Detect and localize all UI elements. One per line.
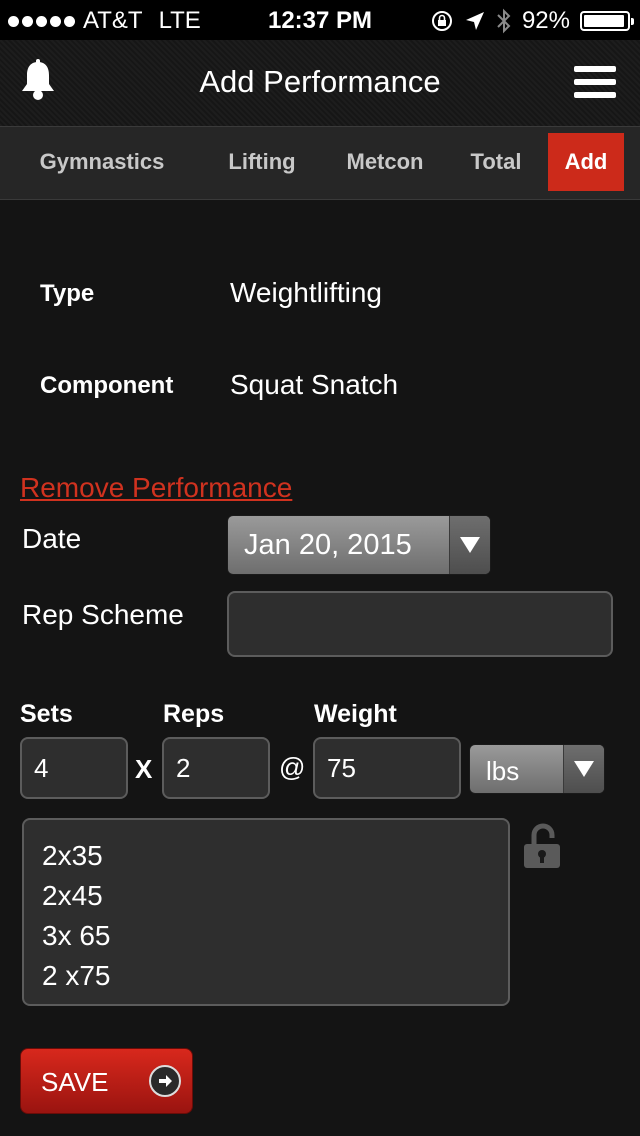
tab-metcon[interactable]: Metcon: [332, 127, 438, 199]
save-label: SAVE: [41, 1067, 109, 1097]
arrow-right-circle-icon: [149, 1065, 181, 1097]
tab-add[interactable]: Add: [548, 133, 624, 191]
chevron-down-icon: [574, 761, 594, 777]
type-label: Type: [40, 280, 95, 307]
unit-value: lbs: [486, 756, 520, 786]
notes-line: 2 x75: [42, 960, 111, 991]
reps-input[interactable]: [162, 737, 270, 799]
unit-select[interactable]: lbs: [469, 744, 605, 794]
at-symbol: @: [279, 752, 306, 782]
status-icons: 92%: [430, 7, 634, 35]
unit-dropdown-arrow: [563, 745, 604, 793]
nav-bar: Add Performance: [0, 40, 640, 127]
tab-total[interactable]: Total: [458, 127, 534, 199]
tab-gymnastics[interactable]: Gymnastics: [18, 127, 186, 199]
status-bar: AT&T LTE 12:37 PM 92%: [0, 0, 640, 40]
chevron-down-icon: [460, 537, 480, 553]
sets-label: Sets: [20, 700, 73, 728]
page-title: Add Performance: [199, 64, 441, 99]
hamburger-menu-icon[interactable]: [574, 66, 616, 102]
battery-icon: [580, 11, 634, 31]
battery-percent: 92%: [521, 7, 570, 34]
tab-bar: Gymnastics Lifting Metcon Total Add: [0, 127, 640, 200]
reps-label: Reps: [163, 700, 225, 728]
rep-scheme-input[interactable]: [227, 591, 613, 657]
bluetooth-icon: [497, 8, 511, 34]
notes-line: 2x35: [42, 840, 103, 871]
type-value: Weightlifting: [230, 277, 383, 308]
date-select[interactable]: Jan 20, 2015: [227, 515, 491, 575]
weight-label: Weight: [314, 700, 397, 728]
notes-line: 2x45: [42, 880, 103, 911]
sets-input[interactable]: [20, 737, 128, 799]
date-dropdown-arrow: [449, 516, 490, 574]
component-label: Component: [40, 372, 174, 399]
location-icon: [465, 12, 484, 30]
rep-scheme-label: Rep Scheme: [22, 599, 184, 630]
date-value: Jan 20, 2015: [244, 529, 412, 561]
notes-textarea[interactable]: 2x35 2x45 3x 65 2 x75: [22, 818, 510, 1006]
component-value: Squat Snatch: [230, 369, 399, 400]
rotation-lock-icon: [431, 11, 452, 31]
unlocked-padlock-icon[interactable]: [522, 822, 562, 870]
date-label: Date: [22, 523, 82, 554]
tab-lifting[interactable]: Lifting: [212, 127, 312, 199]
notes-line: 3x 65: [42, 920, 111, 951]
weight-input[interactable]: [313, 737, 461, 799]
remove-performance-link[interactable]: Remove Performance: [20, 472, 292, 504]
save-button[interactable]: SAVE: [20, 1048, 193, 1114]
times-symbol: X: [135, 754, 153, 784]
